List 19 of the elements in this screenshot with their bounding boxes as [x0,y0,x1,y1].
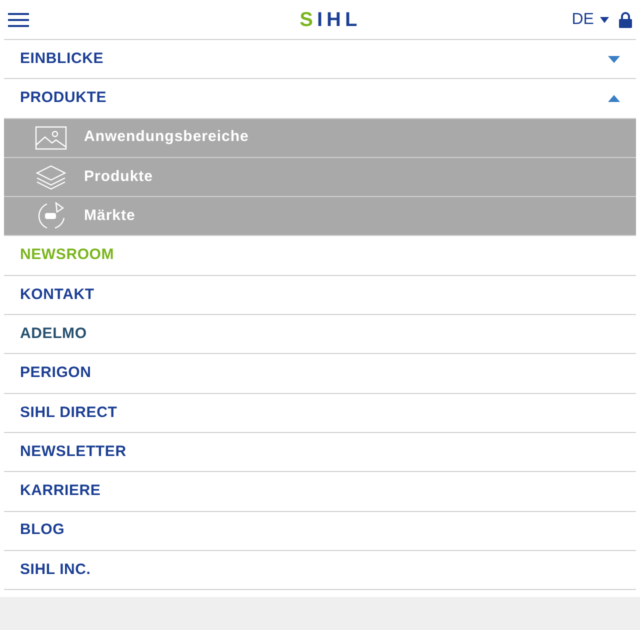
caret-up-icon[interactable] [608,94,620,102]
menu-item[interactable]: SIHL INC. [20,558,91,582]
caret-down-icon [600,16,609,22]
menu-item[interactable]: KARRIERE [20,480,101,503]
lock-icon[interactable] [618,12,632,28]
image-icon [35,126,67,150]
language-selector[interactable]: DE [572,8,609,32]
caret-down-icon[interactable] [608,56,620,63]
menu-item[interactable]: SIHL DIRECT [20,402,118,424]
logo[interactable]: S IHL [300,10,362,30]
menu-item[interactable]: EINBLICKE [20,48,104,70]
menu-item[interactable]: PERIGON [20,362,92,385]
menu-item[interactable]: BLOG [20,519,65,542]
menu-item[interactable]: NEWSLETTER [20,440,126,464]
menu-item[interactable]: PRODUKTE [20,87,107,110]
menu-icon[interactable] [8,12,29,26]
layers-icon [35,164,67,190]
menu-item[interactable]: KONTAKT [20,284,94,306]
menu-item[interactable]: ADELMO [20,322,87,346]
